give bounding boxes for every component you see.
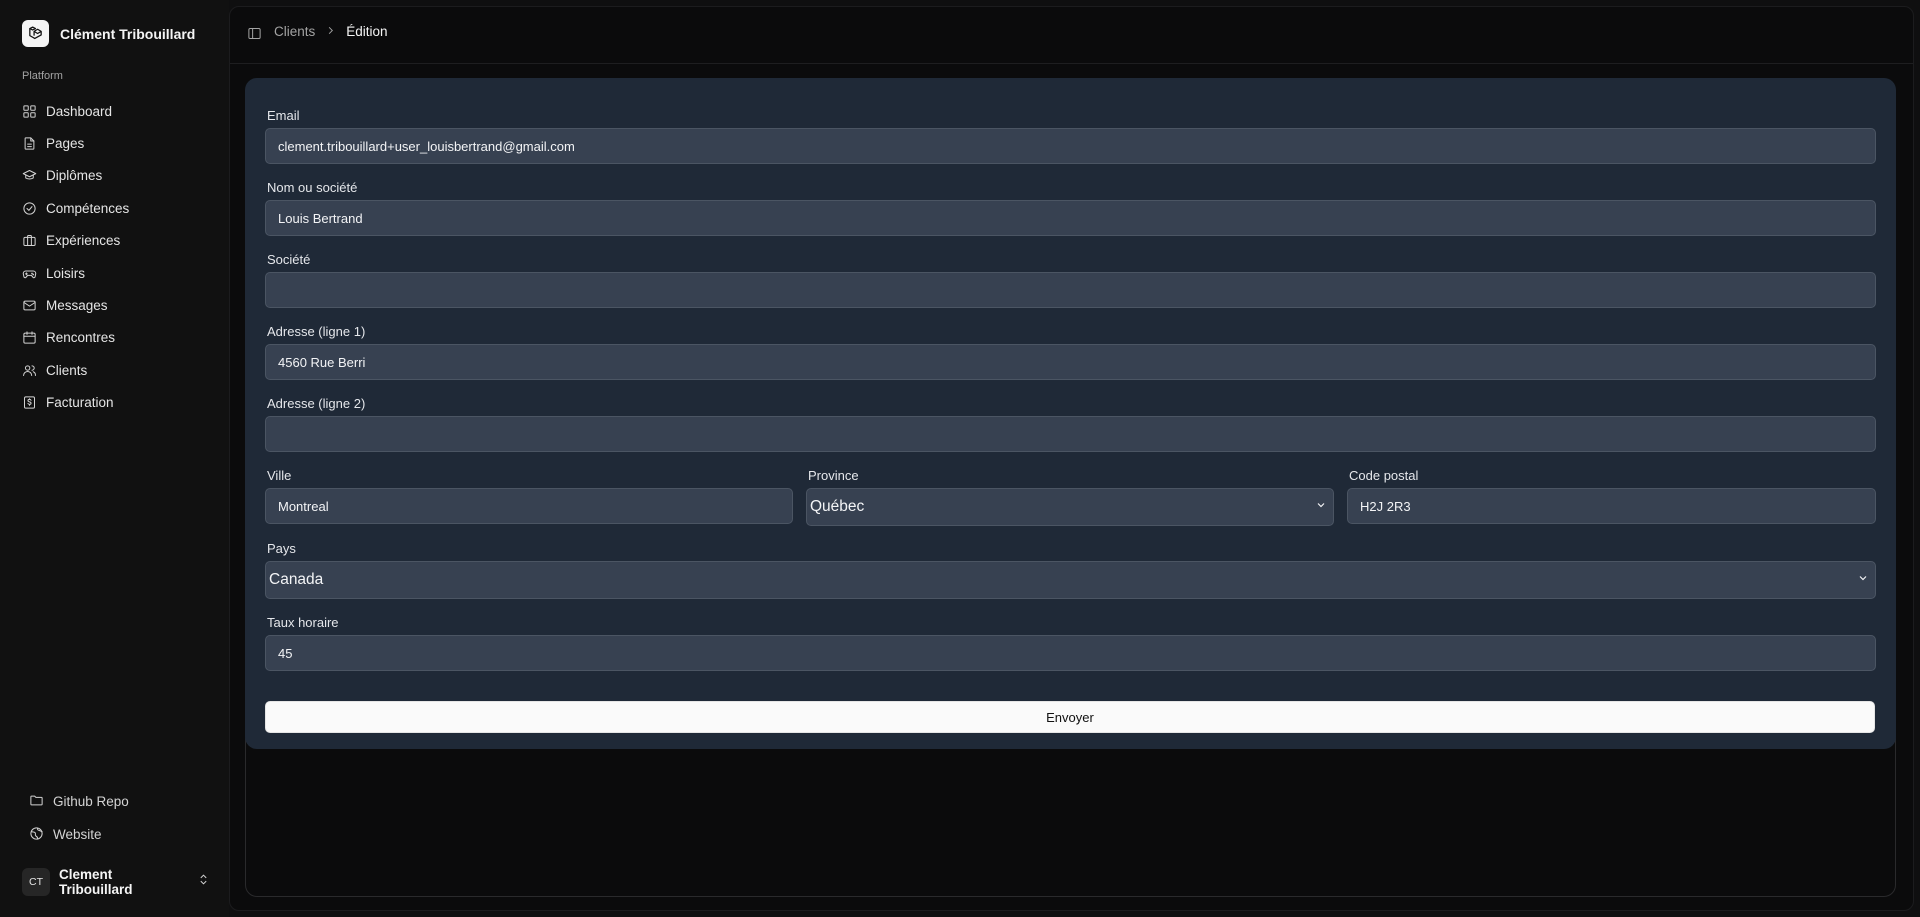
hourly-rate-field[interactable] (265, 635, 1876, 671)
email-field[interactable] (265, 128, 1876, 164)
topbar: Clients Édition (230, 7, 1913, 64)
check-circle-icon (22, 201, 37, 216)
country-select[interactable]: Canada (265, 561, 1876, 599)
folder-icon (29, 793, 44, 811)
sidebar-item-label: Rencontres (46, 330, 116, 346)
graduation-cap-icon (22, 168, 37, 183)
sidebar-nav: Dashboard Pages Diplômes Compétences Exp… (22, 95, 212, 419)
address2-field[interactable] (265, 416, 1876, 452)
breadcrumb-clients[interactable]: Clients (274, 24, 315, 39)
user-name: Clement Tribouillard (59, 867, 133, 897)
client-edit-form: Email Nom ou société Société Adresse (li… (245, 78, 1896, 749)
sidebar-item-rencontres[interactable]: Rencontres (22, 322, 212, 354)
country-label: Pays (267, 541, 296, 556)
mail-icon (22, 298, 37, 313)
sidebar-item-facturation[interactable]: Facturation (22, 387, 212, 419)
sidebar-item-dashboard[interactable]: Dashboard (22, 95, 212, 127)
sidebar-item-label: Compétences (46, 200, 130, 216)
website-link[interactable]: Website (29, 818, 209, 851)
main-panel: Clients Édition Email Nom ou société Soc… (229, 6, 1914, 911)
brand-name: Clément Tribouillard (60, 25, 196, 42)
sidebar: Clément Tribouillard Platform Dashboard … (0, 0, 229, 917)
sidebar-item-label: Facturation (46, 395, 114, 411)
breadcrumb-current: Édition (346, 24, 388, 39)
address1-label: Adresse (ligne 1) (267, 324, 366, 339)
chevrons-up-down-icon (197, 873, 210, 891)
sidebar-item-label: Dashboard (46, 103, 113, 119)
sidebar-item-diplomes[interactable]: Diplômes (22, 160, 212, 192)
province-value: Québec (810, 498, 865, 515)
sidebar-item-experiences[interactable]: Expériences (22, 225, 212, 257)
file-icon (22, 136, 37, 151)
email-label: Email (267, 108, 300, 123)
sidebar-item-messages[interactable]: Messages (22, 289, 212, 321)
sidebar-item-pages[interactable]: Pages (22, 127, 212, 159)
github-repo-link[interactable]: Github Repo (29, 785, 209, 818)
sidebar-footer: Github Repo Website (29, 785, 209, 851)
sidebar-item-label: Diplômes (46, 168, 103, 184)
briefcase-icon (22, 233, 37, 248)
github-repo-label: Github Repo (53, 794, 129, 809)
postal-code-field[interactable] (1347, 488, 1876, 524)
users-icon (22, 363, 37, 378)
receipt-icon (22, 395, 37, 410)
user-menu[interactable]: CT Clement Tribouillard (22, 867, 210, 897)
company-label: Société (267, 252, 311, 267)
rate-label: Taux horaire (267, 615, 339, 630)
panel-left-icon (247, 28, 262, 45)
city-field[interactable] (265, 488, 793, 524)
chevron-right-icon (325, 24, 336, 39)
province-label: Province (808, 468, 859, 483)
company-field[interactable] (265, 272, 1876, 308)
gamepad-icon (22, 266, 37, 281)
province-select[interactable]: Québec (806, 488, 1334, 526)
country-value: Canada (269, 571, 324, 588)
sidebar-item-label: Clients (46, 362, 88, 378)
breadcrumb: Clients Édition (274, 24, 388, 39)
website-label: Website (53, 827, 102, 842)
city-label: Ville (267, 468, 292, 483)
sidebar-item-label: Expériences (46, 233, 121, 249)
chevron-down-icon (1857, 571, 1872, 589)
address1-field[interactable] (265, 344, 1876, 380)
address2-label: Adresse (ligne 2) (267, 396, 366, 411)
sidebar-item-loisirs[interactable]: Loisirs (22, 257, 212, 289)
sidebar-item-clients[interactable]: Clients (22, 354, 212, 386)
calendar-icon (22, 330, 37, 345)
sidebar-item-label: Pages (46, 136, 85, 152)
sidebar-item-competences[interactable]: Compétences (22, 192, 212, 224)
app-logo-icon (22, 20, 49, 47)
sidebar-item-label: Loisirs (46, 265, 86, 281)
brand[interactable]: Clément Tribouillard (22, 20, 195, 47)
submit-button[interactable]: Envoyer (265, 701, 1875, 733)
name-field[interactable] (265, 200, 1876, 236)
name-label: Nom ou société (267, 180, 358, 195)
postal-label: Code postal (1349, 468, 1419, 483)
grid-icon (22, 104, 37, 119)
globe-icon (29, 826, 44, 844)
sidebar-toggle-button[interactable] (247, 26, 263, 42)
chevron-down-icon (1315, 498, 1330, 516)
sidebar-item-label: Messages (46, 298, 108, 314)
avatar: CT (22, 868, 50, 896)
nav-heading: Platform (22, 70, 63, 82)
